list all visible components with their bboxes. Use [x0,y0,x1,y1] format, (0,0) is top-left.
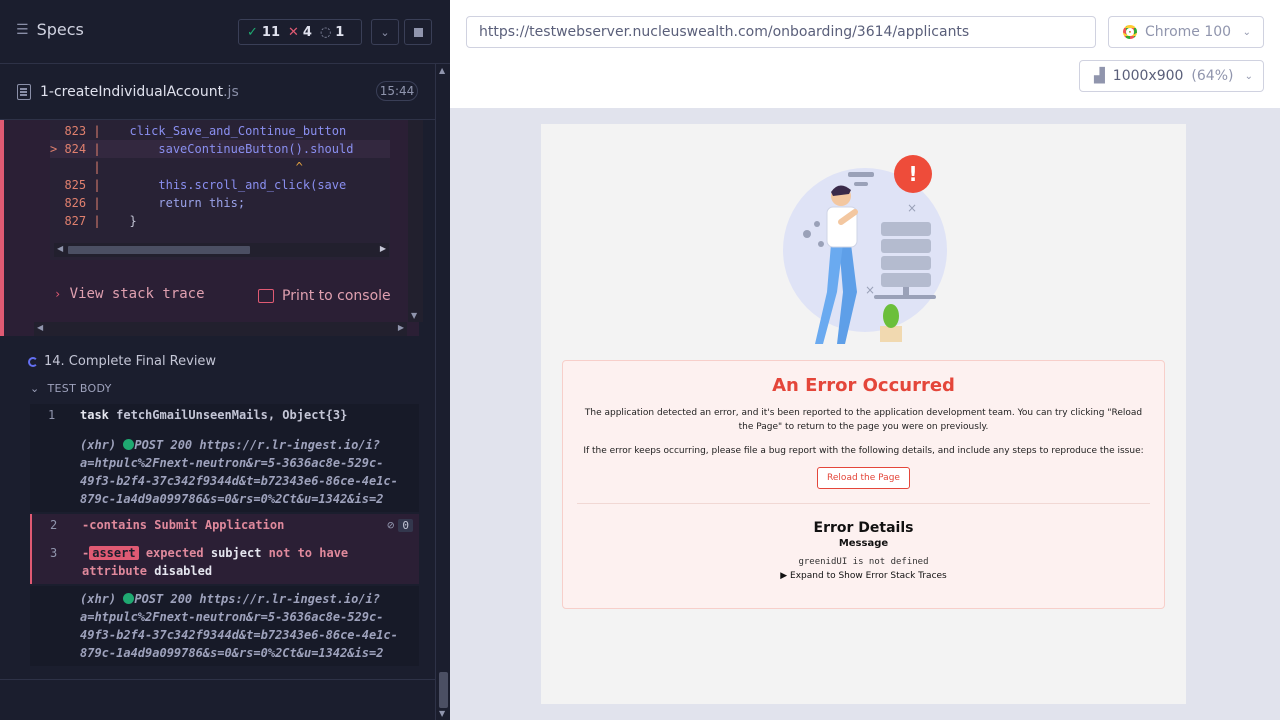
app-preview-panel: https://testwebserver.nucleuswealth.com/… [450,0,1280,720]
code-line: 825 | this.scroll_and_click(save [50,178,347,192]
triangle-right-icon: ▶ [780,571,788,581]
svg-text:×: × [907,201,917,215]
hidden-elements-badge: ⊘ 0 [387,518,413,532]
chevron-down-icon: ⌄ [1244,70,1253,82]
scroll-down-icon: ▼ [439,709,446,718]
preview-header: https://testwebserver.nucleuswealth.com/… [450,0,1280,108]
scroll-down-icon: ▼ [411,311,418,320]
scroll-right-icon: ▶ [379,244,386,253]
command-assert[interactable]: 3 - assert expected subject not to have a… [32,544,419,584]
runner-panel: ☰ Specs ✓ 11 ✕ 4 ◌ 1 ⌄ 1-createIndividualAc… [0,0,450,720]
error-illustration: ! × × [783,155,947,344]
viewport-selector[interactable]: ▟ 1000x900 (64%) ⌄ [1079,60,1264,92]
test-body-header[interactable]: ⌄ TEST BODY [30,382,112,395]
error-vertical-scrollbar[interactable]: ▼ [408,120,423,322]
code-frame: 823 | click_Save_and_Continue_button > 8… [50,120,390,260]
command-task[interactable]: 1 task fetchGmailUnseenMails, Object{3} [30,404,419,426]
pending-count: ◌ 1 [319,24,345,40]
code-line: 827 | } [50,214,137,228]
test-stats: ✓ 11 ✕ 4 ◌ 1 [238,19,362,45]
error-details-title: Error Details [813,520,914,536]
test-title[interactable]: 14. Complete Final Review [28,354,216,369]
reporter-vertical-scrollbar[interactable]: ▲ ▼ [435,64,450,720]
specs-menu-icon: ☰ [16,21,29,38]
status-success-icon [123,593,135,604]
spec-duration: 15:44 [376,81,418,101]
stop-button[interactable] [404,19,432,45]
spinner-icon: ◌ [319,24,332,40]
scroll-up-icon: ▲ [439,66,446,75]
status-success-icon [123,439,135,450]
scroll-left-icon: ◀ [37,323,44,332]
error-card: An Error Occurred The application detect… [562,360,1165,609]
command-xhr[interactable]: (xhr) POST 200 https://r.lr-ingest.io/i?… [80,436,411,508]
eye-slash-icon: ⊘ [387,518,395,532]
svg-text:×: × [865,283,875,297]
scroll-left-icon: ◀ [57,244,64,253]
url-bar[interactable]: https://testwebserver.nucleuswealth.com/… [466,16,1096,48]
divider [577,503,1150,504]
error-block: 823 | click_Save_and_Continue_button > 8… [0,120,423,336]
error-badge-text: ! [908,162,917,186]
reload-page-button[interactable]: Reload the Page [817,467,910,489]
code-line: 823 | click_Save_and_Continue_button [50,124,347,138]
expand-stack-traces-toggle[interactable]: ▶ Expand to Show Error Stack Traces [563,571,1164,581]
document-icon [17,84,31,100]
error-instructions: If the error keeps occurring, please fil… [583,446,1144,456]
stop-icon [413,27,423,37]
specs-label: Specs [36,20,84,39]
command-log-group: (xhr) POST 200 https://r.lr-ingest.io/i?… [30,586,419,666]
ruler-icon: ▟ [1094,68,1105,84]
failed-count: ✕ 4 [288,24,312,40]
running-spinner-icon [28,356,38,367]
spec-file-name: 1-createIndividualAccount.js [40,84,239,100]
scroll-thumb[interactable] [439,672,448,708]
code-line: | ^ [50,160,303,174]
chevron-down-icon: ⌄ [1242,26,1251,38]
chevron-down-button[interactable]: ⌄ [371,19,399,45]
scroll-right-icon: ▶ [397,323,404,332]
view-stack-trace-link[interactable]: › View stack trace [54,286,205,302]
error-message: The application detected an error, and i… [584,408,1143,432]
check-icon: ✓ [247,24,258,40]
runner-header: ☰ Specs ✓ 11 ✕ 4 ◌ 1 ⌄ [0,0,450,64]
command-contains[interactable]: 2 -contains Submit Application ⊘ 0 [32,514,419,538]
message-label: Message [838,538,889,549]
failed-commands: 2 -contains Submit Application ⊘ 0 3 - ass… [30,514,419,584]
error-title: An Error Occurred [772,375,955,396]
terminal-icon [258,289,274,303]
browser-selector[interactable]: Chrome 100 ⌄ [1108,16,1264,48]
x-icon: ✕ [288,24,299,40]
chevron-down-icon: ⌄ [30,382,40,395]
chevron-down-icon: ⌄ [380,25,390,39]
error-horizontal-scrollbar[interactable]: ◀ ▶ [34,322,407,336]
scroll-thumb[interactable] [68,246,250,254]
app-under-test: ! × × An Error Occurred The application … [541,124,1186,704]
divider [0,679,435,680]
specs-toggle[interactable]: ☰ Specs [16,20,84,39]
code-line-highlight: > 824 | saveContinueButton().should [50,140,390,158]
code-horizontal-scrollbar[interactable]: ◀ ▶ [54,243,389,257]
passed-count: ✓ 11 [247,24,280,40]
print-to-console-button[interactable]: Print to console [258,288,391,304]
code-line: 826 | return this; [50,196,246,210]
command-log-group: 1 task fetchGmailUnseenMails, Object{3} … [30,404,419,512]
error-message-value: greenidUI is not defined [798,557,929,567]
command-xhr[interactable]: (xhr) POST 200 https://r.lr-ingest.io/i?… [80,590,411,662]
chrome-icon [1123,25,1137,39]
chevron-right-icon: › [54,287,62,301]
